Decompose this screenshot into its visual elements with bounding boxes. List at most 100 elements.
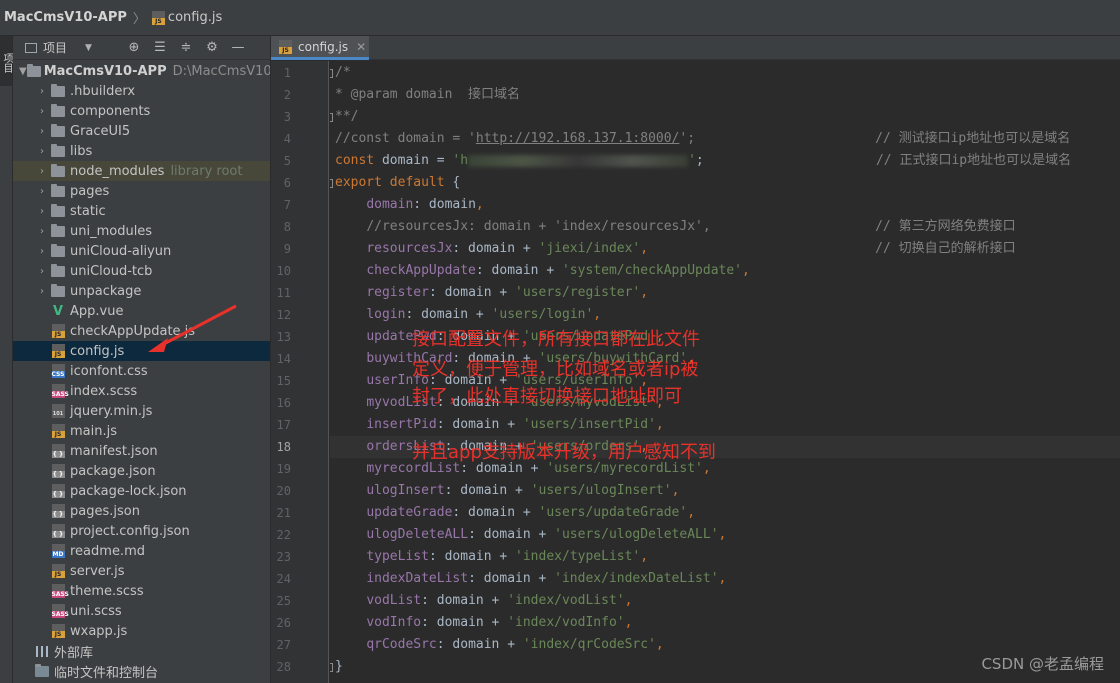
library-icon bbox=[36, 645, 48, 657]
tree-file[interactable]: SASS index.scss bbox=[13, 381, 270, 401]
tree-file[interactable]: { } package.json bbox=[13, 461, 270, 481]
code-line[interactable]: ulogInsert: domain + 'users/ulogInsert', bbox=[335, 480, 679, 502]
code-line[interactable]: typeList: domain + 'index/typeList', bbox=[335, 546, 648, 568]
tree-folder[interactable]: › uniCloud-tcb bbox=[13, 261, 270, 281]
tree-file[interactable]: JS server.js bbox=[13, 561, 270, 581]
breadcrumb-file[interactable]: config.js bbox=[168, 10, 222, 25]
tree-file[interactable]: SASS theme.scss bbox=[13, 581, 270, 601]
fold-marker-icon[interactable] bbox=[330, 663, 333, 672]
code-token: // 测试接口ip地址也可以是域名 bbox=[875, 131, 1071, 146]
tree-item-label: project.config.json bbox=[70, 523, 190, 539]
chevron-right-icon[interactable]: › bbox=[35, 226, 49, 237]
code-line[interactable]: qrCodeSrc: domain + 'index/qrCodeSrc', bbox=[335, 634, 663, 656]
tree-file[interactable]: { } package-lock.json bbox=[13, 481, 270, 501]
tree-folder[interactable]: › uni_modules bbox=[13, 221, 270, 241]
code-token: **/ bbox=[335, 109, 359, 124]
external-libraries[interactable]: 外部库 bbox=[13, 641, 270, 661]
locate-file-icon[interactable]: ⊕ bbox=[121, 40, 147, 55]
tree-folder[interactable]: › .hbuilderx bbox=[13, 81, 270, 101]
line-number: 19 bbox=[276, 462, 291, 476]
code-token: register bbox=[366, 285, 429, 300]
tree-item-label: components bbox=[70, 103, 151, 119]
line-number: 3 bbox=[283, 110, 291, 124]
code-line[interactable]: /* bbox=[335, 62, 351, 84]
hide-panel-icon[interactable]: — bbox=[225, 40, 251, 55]
settings-gear-icon[interactable]: ⚙ bbox=[199, 40, 225, 55]
close-tab-icon[interactable]: ✕ bbox=[356, 40, 366, 54]
tree-file[interactable]: JS main.js bbox=[13, 421, 270, 441]
chevron-right-icon[interactable]: › bbox=[35, 166, 49, 177]
library-root-note: library root bbox=[170, 163, 243, 179]
tree-file[interactable]: CSS iconfont.css bbox=[13, 361, 270, 381]
code-line[interactable]: vodInfo: domain + 'index/vodInfo', bbox=[335, 612, 632, 634]
fold-marker-icon[interactable] bbox=[330, 113, 333, 122]
chevron-right-icon[interactable]: › bbox=[35, 206, 49, 217]
code-line[interactable]: //resourcesJx: domain + 'index/resources… bbox=[335, 216, 1015, 238]
tree-folder[interactable]: › libs bbox=[13, 141, 270, 161]
tree-file[interactable]: JS wxapp.js bbox=[13, 621, 270, 641]
tree-root[interactable]: ▼ MacCmsV10-APP D:\MacCmsV10-A bbox=[13, 61, 270, 81]
tree-file[interactable]: { } project.config.json bbox=[13, 521, 270, 541]
code-token: 'index/indexDateList' bbox=[554, 571, 719, 586]
tree-file[interactable]: 101 jquery.min.js bbox=[13, 401, 270, 421]
code-token: 'index/qrCodeSrc' bbox=[522, 637, 656, 652]
chevron-right-icon[interactable]: › bbox=[35, 106, 49, 117]
tree-folder[interactable]: › pages bbox=[13, 181, 270, 201]
line-number: 5 bbox=[283, 154, 291, 168]
project-tool-tab[interactable]: 项目 bbox=[0, 36, 12, 86]
fold-marker-icon[interactable] bbox=[330, 69, 333, 78]
code-line[interactable]: } bbox=[335, 656, 343, 678]
scratches-and-consoles[interactable]: 临时文件和控制台 bbox=[13, 661, 270, 681]
code-line[interactable]: checkAppUpdate: domain + 'system/checkAp… bbox=[335, 260, 750, 282]
tab-config-js[interactable]: JS config.js ✕ bbox=[271, 36, 369, 60]
tree-file[interactable]: MD readme.md bbox=[13, 541, 270, 561]
code-line[interactable]: insertPid: domain + 'users/insertPid', bbox=[335, 414, 663, 436]
chevron-right-icon[interactable]: › bbox=[35, 286, 49, 297]
tree-file[interactable]: { } manifest.json bbox=[13, 441, 270, 461]
chevron-right-icon[interactable]: › bbox=[35, 146, 49, 157]
chevron-right-icon[interactable]: › bbox=[35, 266, 49, 277]
left-tool-strip: 项目 bbox=[0, 36, 13, 683]
tree-item-label: node_modules bbox=[70, 163, 165, 179]
code-line[interactable]: resourcesJx: domain + 'jiexi/index', // 切… bbox=[335, 238, 1015, 260]
code-line[interactable]: login: domain + 'users/login', bbox=[335, 304, 601, 326]
tree-folder[interactable]: › components bbox=[13, 101, 270, 121]
code-token: ' bbox=[688, 153, 696, 168]
chevron-down-icon[interactable]: ▼ bbox=[19, 66, 27, 77]
code-line[interactable]: register: domain + 'users/register', bbox=[335, 282, 648, 304]
code-line[interactable]: ulogDeleteALL: domain + 'users/ulogDelet… bbox=[335, 524, 726, 546]
tree-folder[interactable]: › node_modules library root bbox=[13, 161, 270, 181]
tree-folder[interactable]: › GraceUI5 bbox=[13, 121, 270, 141]
code-line[interactable]: const domain = 'h '; // 正式接口ip地址也可以是域名 bbox=[335, 150, 1071, 172]
line-number: 20 bbox=[276, 484, 291, 498]
tree-folder[interactable]: › static bbox=[13, 201, 270, 221]
line-number: 9 bbox=[283, 242, 291, 256]
fold-marker-icon[interactable] bbox=[330, 179, 333, 188]
expand-all-icon[interactable]: ☰ bbox=[147, 40, 173, 55]
chevron-right-icon[interactable]: › bbox=[35, 126, 49, 137]
line-number: 6 bbox=[283, 176, 291, 190]
project-view-selector[interactable]: 项目 ▼ bbox=[13, 39, 121, 56]
code-line[interactable]: * @param domain 接口域名 bbox=[335, 84, 520, 106]
chevron-right-icon[interactable]: › bbox=[35, 86, 49, 97]
code-line[interactable]: updateGrade: domain + 'users/updateGrade… bbox=[335, 502, 695, 524]
code-token: : domain bbox=[413, 197, 476, 212]
code-line[interactable]: vodList: domain + 'index/vodList', bbox=[335, 590, 632, 612]
tree-folder[interactable]: › unpackage bbox=[13, 281, 270, 301]
code-line[interactable]: indexDateList: domain + 'index/indexDate… bbox=[335, 568, 726, 590]
chevron-right-icon[interactable]: › bbox=[35, 246, 49, 257]
chevron-right-icon[interactable]: › bbox=[35, 186, 49, 197]
code-line[interactable]: export default { bbox=[335, 172, 460, 194]
code-line[interactable]: //const domain = 'http://192.168.137.1:8… bbox=[335, 128, 1070, 150]
tree-item-label: static bbox=[70, 203, 106, 219]
code-line[interactable]: **/ bbox=[335, 106, 358, 128]
tree-folder[interactable]: › uniCloud-aliyun bbox=[13, 241, 270, 261]
code-line[interactable]: domain: domain, bbox=[335, 194, 483, 216]
breadcrumb-project[interactable]: MacCmsV10-APP bbox=[4, 10, 127, 25]
tree-file[interactable]: { } pages.json bbox=[13, 501, 270, 521]
tree-file[interactable]: SASS uni.scss bbox=[13, 601, 270, 621]
collapse-all-icon[interactable]: ≑ bbox=[173, 40, 199, 55]
tree-item-label: manifest.json bbox=[70, 443, 158, 459]
